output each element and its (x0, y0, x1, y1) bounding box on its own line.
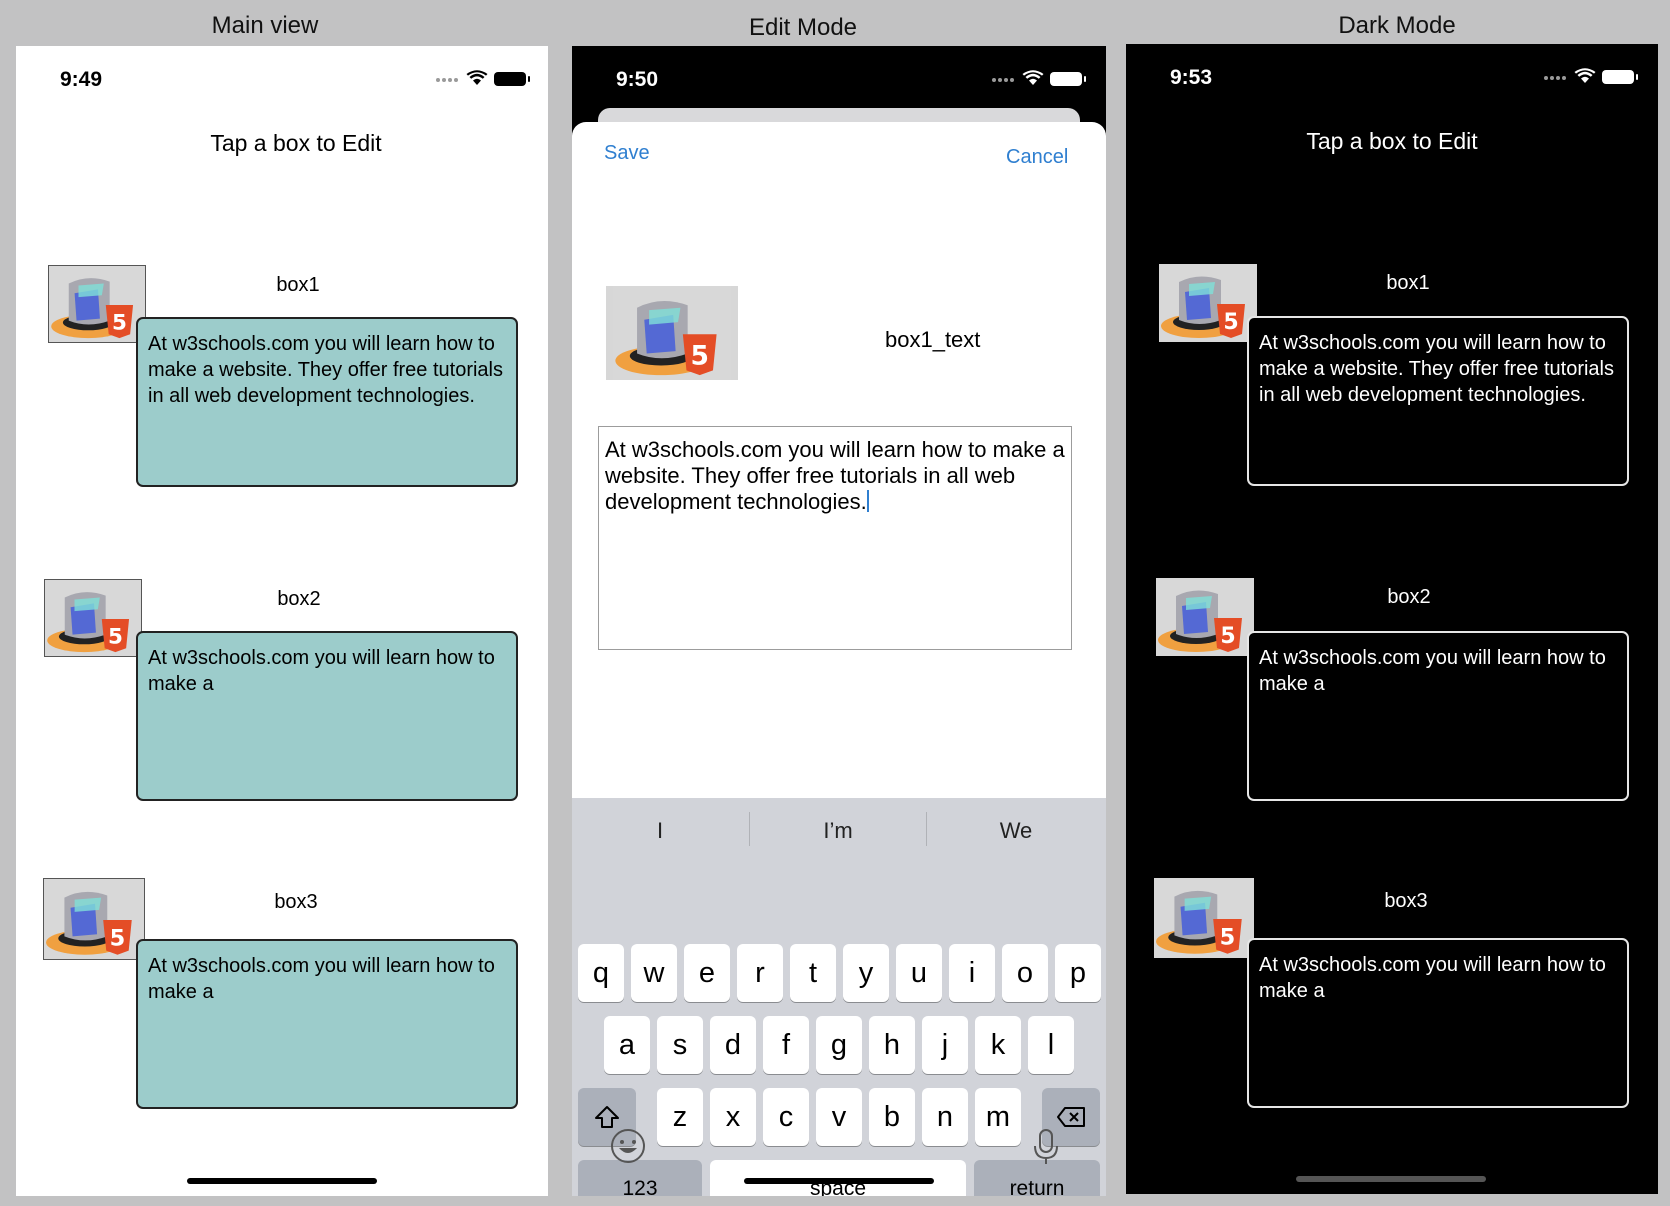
edit-sheet: Save Cancel box1_text At w3schools.com y… (572, 122, 1106, 1196)
key-q[interactable]: q (578, 944, 624, 1002)
signal-icon (1544, 76, 1568, 80)
text-editor-value: At w3schools.com you will learn how to m… (605, 437, 1065, 514)
suggestion-1[interactable]: I (572, 818, 748, 844)
home-indicator (1296, 1176, 1486, 1182)
suggestion-3[interactable]: We (928, 818, 1104, 844)
divider (926, 812, 927, 846)
key-v[interactable]: v (816, 1088, 862, 1146)
box1-text-box[interactable]: At w3schools.com you will learn how to m… (1247, 316, 1629, 486)
key-t[interactable]: t (790, 944, 836, 1002)
key-s[interactable]: s (657, 1016, 703, 1074)
status-time: 9:50 (616, 68, 659, 91)
box2-image[interactable] (1156, 578, 1254, 656)
nav-title: Tap a box to Edit (1306, 128, 1478, 154)
text-editor[interactable]: At w3schools.com you will learn how to m… (598, 426, 1072, 650)
key-z[interactable]: z (657, 1088, 703, 1146)
microphone-icon[interactable] (1032, 1128, 1060, 1171)
cancel-button[interactable]: Cancel (1006, 146, 1068, 169)
signal-icon (436, 78, 460, 82)
box3-label: box3 (274, 891, 318, 913)
box1-image[interactable] (48, 265, 146, 343)
key-b[interactable]: b (869, 1088, 915, 1146)
box2-image[interactable] (44, 579, 142, 657)
wifi-icon (1574, 68, 1596, 83)
key-r[interactable]: r (737, 944, 783, 1002)
box3-label: box3 (1384, 890, 1428, 912)
screenshot-collage: Main view Edit Mode Dark Mode 9:49 Tap a… (0, 0, 1670, 1206)
box1-label: box1 (276, 274, 320, 296)
key-e[interactable]: e (684, 944, 730, 1002)
key-y[interactable]: y (843, 944, 889, 1002)
home-indicator (744, 1178, 934, 1184)
battery-icon (1050, 72, 1086, 86)
key-h[interactable]: h (869, 1016, 915, 1074)
key-x[interactable]: x (710, 1088, 756, 1146)
backspace-icon (1057, 1107, 1085, 1127)
key-l[interactable]: l (1028, 1016, 1074, 1074)
nav-title: Tap a box to Edit (210, 130, 382, 156)
box2-text-box[interactable]: At w3schools.com you will learn how to m… (1247, 631, 1629, 801)
edit-view-screen: 9:50 Save Cancel box1_text At w3schools.… (572, 46, 1106, 1196)
key-o[interactable]: o (1002, 944, 1048, 1002)
key-i[interactable]: i (949, 944, 995, 1002)
save-button[interactable]: Save (604, 142, 650, 165)
key-d[interactable]: d (710, 1016, 756, 1074)
box1-image[interactable] (1159, 264, 1257, 342)
key-f[interactable]: f (763, 1016, 809, 1074)
key-p[interactable]: p (1055, 944, 1101, 1002)
suggestion-2[interactable]: I’m (750, 818, 926, 844)
box2-text-box[interactable]: At w3schools.com you will learn how to m… (136, 631, 518, 801)
battery-icon (494, 72, 530, 86)
key-w[interactable]: w (631, 944, 677, 1002)
key-k[interactable]: k (975, 1016, 1021, 1074)
text-cursor (866, 490, 869, 512)
battery-icon (1602, 70, 1638, 84)
key-u[interactable]: u (896, 944, 942, 1002)
key-a[interactable]: a (604, 1016, 650, 1074)
status-icons (992, 70, 1086, 88)
box1-label: box1 (1386, 272, 1430, 294)
status-icons (1544, 68, 1638, 86)
status-time: 9:53 (1170, 66, 1213, 89)
caption-main: Main view (211, 12, 319, 39)
box3-image[interactable] (1154, 878, 1254, 958)
field-label: box1_text (885, 327, 981, 352)
wifi-icon (1022, 70, 1044, 85)
dark-view-screen: 9:53 Tap a box to Edit box1 At w3schools… (1126, 44, 1658, 1194)
key-n[interactable]: n (922, 1088, 968, 1146)
caption-edit: Edit Mode (748, 14, 858, 41)
box2-label: box2 (1387, 586, 1431, 608)
home-indicator (187, 1178, 377, 1184)
caption-dark: Dark Mode (1338, 12, 1456, 39)
keyboard: I I’m We q w e r t y u i o p a s d f g h… (572, 798, 1106, 1196)
status-icons (436, 70, 530, 88)
predictive-bar: I I’m We (572, 798, 1106, 862)
box3-text-box[interactable]: At w3schools.com you will learn how to m… (1247, 938, 1629, 1108)
key-j[interactable]: j (922, 1016, 968, 1074)
main-view-screen: 9:49 Tap a box to Edit box1 At w3schools… (16, 46, 548, 1196)
box2-label: box2 (277, 588, 321, 610)
status-time: 9:49 (60, 68, 103, 91)
shift-icon (595, 1106, 619, 1128)
key-m[interactable]: m (975, 1088, 1021, 1146)
wifi-icon (466, 70, 488, 85)
signal-icon (992, 78, 1016, 82)
box1-text-box[interactable]: At w3schools.com you will learn how to m… (136, 317, 518, 487)
edit-image[interactable] (606, 286, 738, 380)
box3-image[interactable] (43, 878, 145, 960)
emoji-icon[interactable] (610, 1128, 646, 1169)
box3-text-box[interactable]: At w3schools.com you will learn how to m… (136, 939, 518, 1109)
key-g[interactable]: g (816, 1016, 862, 1074)
key-c[interactable]: c (763, 1088, 809, 1146)
